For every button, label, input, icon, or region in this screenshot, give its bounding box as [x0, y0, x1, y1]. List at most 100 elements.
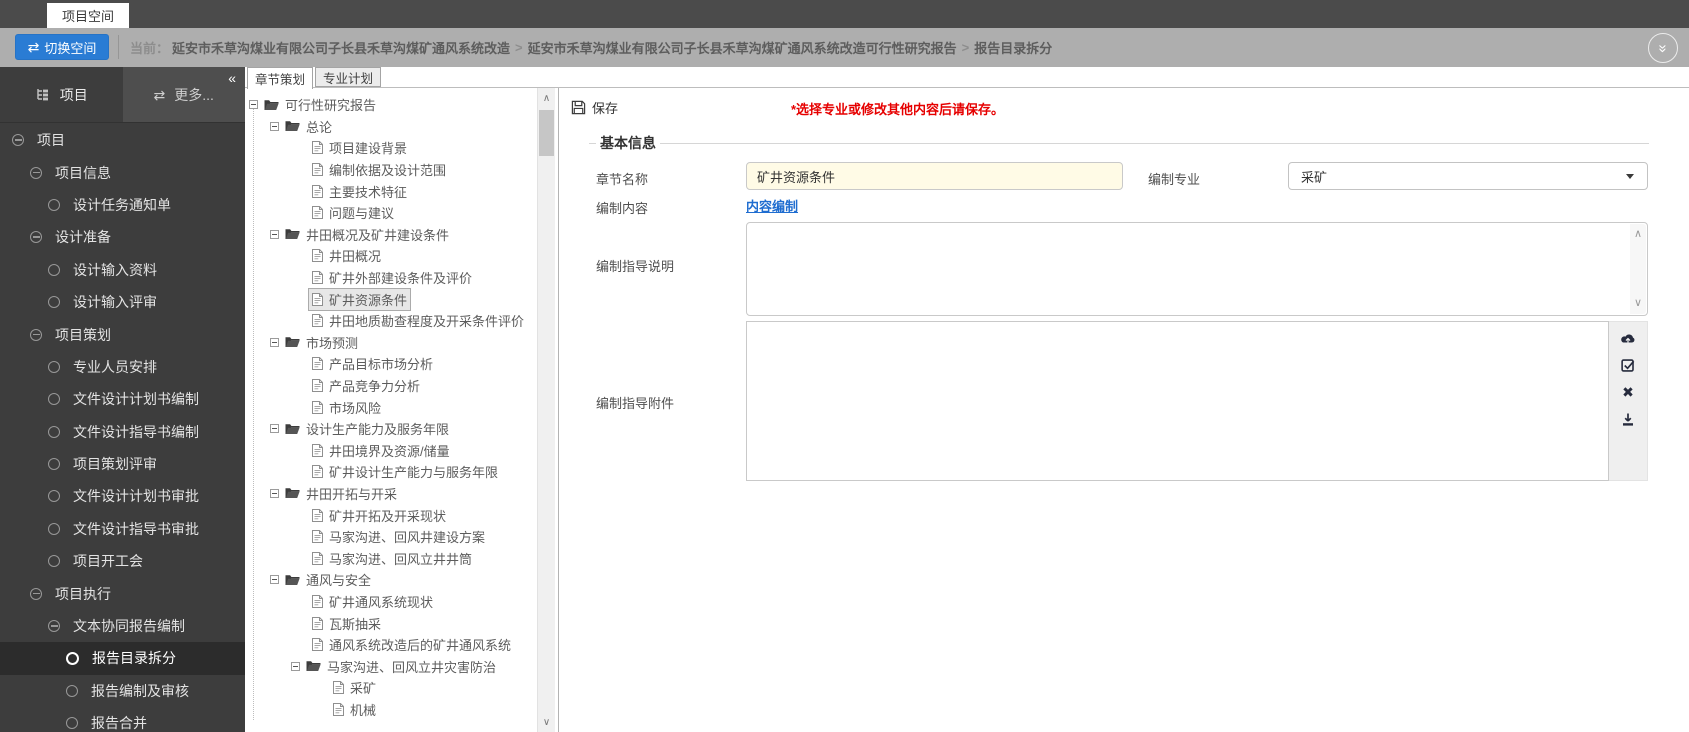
tree-node[interactable]: 矿井设计生产能力与服务年限 [308, 460, 502, 483]
chapter-tree-item[interactable]: 可行性研究报告 [245, 94, 537, 116]
tree-node[interactable]: 井田概况 [308, 244, 385, 267]
tree-node[interactable]: 井田概况及矿井建设条件 [281, 223, 453, 246]
chapter-tree-item[interactable]: 矿井通风系统现状 [245, 591, 537, 613]
chapter-tree-item[interactable]: 问题与建议 [245, 202, 537, 224]
tree-node[interactable]: 井田地质勘查程度及开采条件评价 [308, 309, 528, 332]
tab-chapter-planning[interactable]: 章节策划 [247, 67, 314, 89]
chapter-tree-item[interactable]: 通风系统改造后的矿井通风系统 [245, 634, 537, 656]
chapter-tree-item[interactable]: 通风与安全 [245, 569, 537, 591]
scroll-up-icon[interactable]: ∧ [538, 90, 555, 106]
chapter-tree-item[interactable]: 井田概况 [245, 245, 537, 267]
tree-node[interactable]: 矿井资源条件 [308, 287, 412, 311]
tree-collapse-icon[interactable] [30, 231, 42, 244]
tree-collapse-icon[interactable] [12, 134, 24, 147]
chapter-tree-item[interactable]: 市场风险 [245, 396, 537, 418]
content-edit-link[interactable]: 内容编制 [746, 196, 798, 215]
guide-attachment-area[interactable] [746, 321, 1609, 481]
sidebar-collapse-icon[interactable]: « [228, 71, 236, 85]
tree-node[interactable]: 采矿 [329, 676, 380, 699]
tree-expand-icon[interactable] [270, 488, 279, 498]
chapter-tree-item[interactable]: 编制依据及设计范围 [245, 159, 537, 181]
sidebar-tree-item[interactable]: 文件设计计划书编制 [0, 383, 245, 415]
tree-node[interactable]: 市场预测 [281, 331, 362, 354]
tree-node[interactable]: 设计生产能力及服务年限 [281, 417, 453, 440]
tree-node[interactable]: 井田开拓与开采 [281, 482, 401, 505]
sidebar-tree-item[interactable]: 文本协同报告编制 [0, 610, 245, 642]
tree-expand-icon[interactable] [270, 424, 279, 434]
sidebar-tree-item[interactable]: 项目 [0, 124, 245, 156]
sidebar-tree-item[interactable]: 报告编制及审核 [0, 675, 245, 707]
guide-note-textarea[interactable]: ∧ ∨ [746, 222, 1648, 316]
upload-icon[interactable] [1620, 330, 1636, 346]
tree-collapse-icon[interactable] [30, 328, 42, 341]
delete-icon[interactable]: ✖ [1620, 384, 1636, 400]
tree-node[interactable]: 井田境界及资源/储量 [308, 439, 454, 462]
major-select[interactable]: 采矿 [1288, 162, 1648, 190]
switch-workspace-button[interactable]: ⇄ 切换空间 [15, 34, 109, 60]
tree-node[interactable]: 矿井外部建设条件及评价 [308, 266, 476, 289]
tree-node[interactable]: 机械 [329, 698, 380, 721]
tree-node[interactable]: 通风与安全 [281, 568, 375, 591]
sidebar-tab-more[interactable]: ⇄ 更多... [122, 67, 245, 122]
sidebar-tab-project[interactable]: 项目 [0, 67, 123, 122]
tree-collapse-icon[interactable] [30, 166, 42, 179]
chapter-tree-item[interactable]: 产品目标市场分析 [245, 353, 537, 375]
chapter-tree-item[interactable]: 机械 [245, 699, 537, 721]
sidebar-tree-item[interactable]: 文件设计指导书编制 [0, 416, 245, 448]
tree-expand-icon[interactable] [270, 575, 279, 585]
tree-node[interactable]: 矿井开拓及开采现状 [308, 504, 450, 527]
tab-major-plan[interactable]: 专业计划 [315, 67, 382, 87]
chapter-tree-item[interactable]: 马家沟进、回风立井灾害防治 [245, 655, 537, 677]
sidebar-tree-item[interactable]: 报告合并 [0, 707, 245, 732]
chapter-tree-item[interactable]: 马家沟进、回风立井井筒 [245, 547, 537, 569]
sidebar-tree-item[interactable]: 设计输入评审 [0, 286, 245, 318]
tree-node[interactable]: 总论 [281, 115, 336, 138]
chapter-tree-item[interactable]: 矿井设计生产能力与服务年限 [245, 461, 537, 483]
tree-node[interactable]: 矿井通风系统现状 [308, 590, 437, 613]
chapter-tree-item[interactable]: 矿井外部建设条件及评价 [245, 267, 537, 289]
chapter-tree-item[interactable]: 市场预测 [245, 332, 537, 354]
save-button[interactable]: 保存 [567, 96, 622, 119]
chapter-tree-scrollbar[interactable]: ∧ ∨ [537, 88, 555, 732]
tree-node[interactable]: 瓦斯抽采 [308, 612, 385, 635]
chapter-tree-item[interactable]: 项目建设背景 [245, 137, 537, 159]
sidebar-tree-item[interactable]: 报告目录拆分 [0, 642, 245, 675]
sidebar-tree-item[interactable]: 项目策划评审 [0, 448, 245, 480]
chapter-tree-item[interactable]: 井田开拓与开采 [245, 483, 537, 505]
tree-node[interactable]: 马家沟进、回风井建设方案 [308, 525, 489, 548]
chapter-tree-item[interactable]: 设计生产能力及服务年限 [245, 418, 537, 440]
scrollbar-thumb[interactable] [539, 110, 554, 156]
tree-node[interactable]: 通风系统改造后的矿井通风系统 [308, 633, 515, 656]
chapter-tree-item[interactable]: 采矿 [245, 677, 537, 699]
sidebar-tree-item[interactable]: 文件设计指导书审批 [0, 513, 245, 545]
tree-node[interactable]: 主要技术特征 [308, 180, 411, 203]
sidebar-tree-item[interactable]: 设计任务通知单 [0, 189, 245, 221]
chapter-tree-item[interactable]: 井田地质勘查程度及开采条件评价 [245, 310, 537, 332]
chapter-tree-item[interactable]: 产品竞争力分析 [245, 375, 537, 397]
chapter-tree-item[interactable]: 主要技术特征 [245, 180, 537, 202]
select-check-icon[interactable] [1620, 357, 1636, 373]
chapter-tree-item[interactable]: 总论 [245, 116, 537, 138]
sidebar-tree-item[interactable]: 设计准备 [0, 221, 245, 253]
tree-node[interactable]: 可行性研究报告 [260, 93, 380, 116]
sidebar-tree-item[interactable]: 项目执行 [0, 577, 245, 609]
collapse-toolbar-button[interactable]: » [1648, 33, 1678, 63]
sidebar-tree-item[interactable]: 设计输入资料 [0, 254, 245, 286]
tree-node[interactable]: 市场风险 [308, 396, 385, 419]
sidebar-tree-item[interactable]: 项目开工会 [0, 545, 245, 577]
tree-node[interactable]: 编制依据及设计范围 [308, 158, 450, 181]
tree-expand-icon[interactable] [270, 229, 279, 239]
tree-node[interactable]: 马家沟进、回风立井井筒 [308, 547, 476, 570]
chapter-name-input[interactable] [746, 162, 1123, 190]
tree-node[interactable]: 问题与建议 [308, 201, 398, 224]
tree-expand-icon[interactable] [291, 661, 300, 671]
sidebar-tree-item[interactable]: 项目信息 [0, 156, 245, 188]
tree-expand-icon[interactable] [270, 121, 279, 131]
scroll-up-icon[interactable]: ∧ [1630, 229, 1646, 240]
chapter-tree-item[interactable]: 马家沟进、回风井建设方案 [245, 526, 537, 548]
download-icon[interactable] [1620, 411, 1636, 427]
tree-collapse-icon[interactable] [30, 587, 42, 600]
chapter-tree-item[interactable]: 井田概况及矿井建设条件 [245, 224, 537, 246]
tree-node[interactable]: 项目建设背景 [308, 136, 411, 159]
chapter-tree-item[interactable]: 矿井开拓及开采现状 [245, 504, 537, 526]
